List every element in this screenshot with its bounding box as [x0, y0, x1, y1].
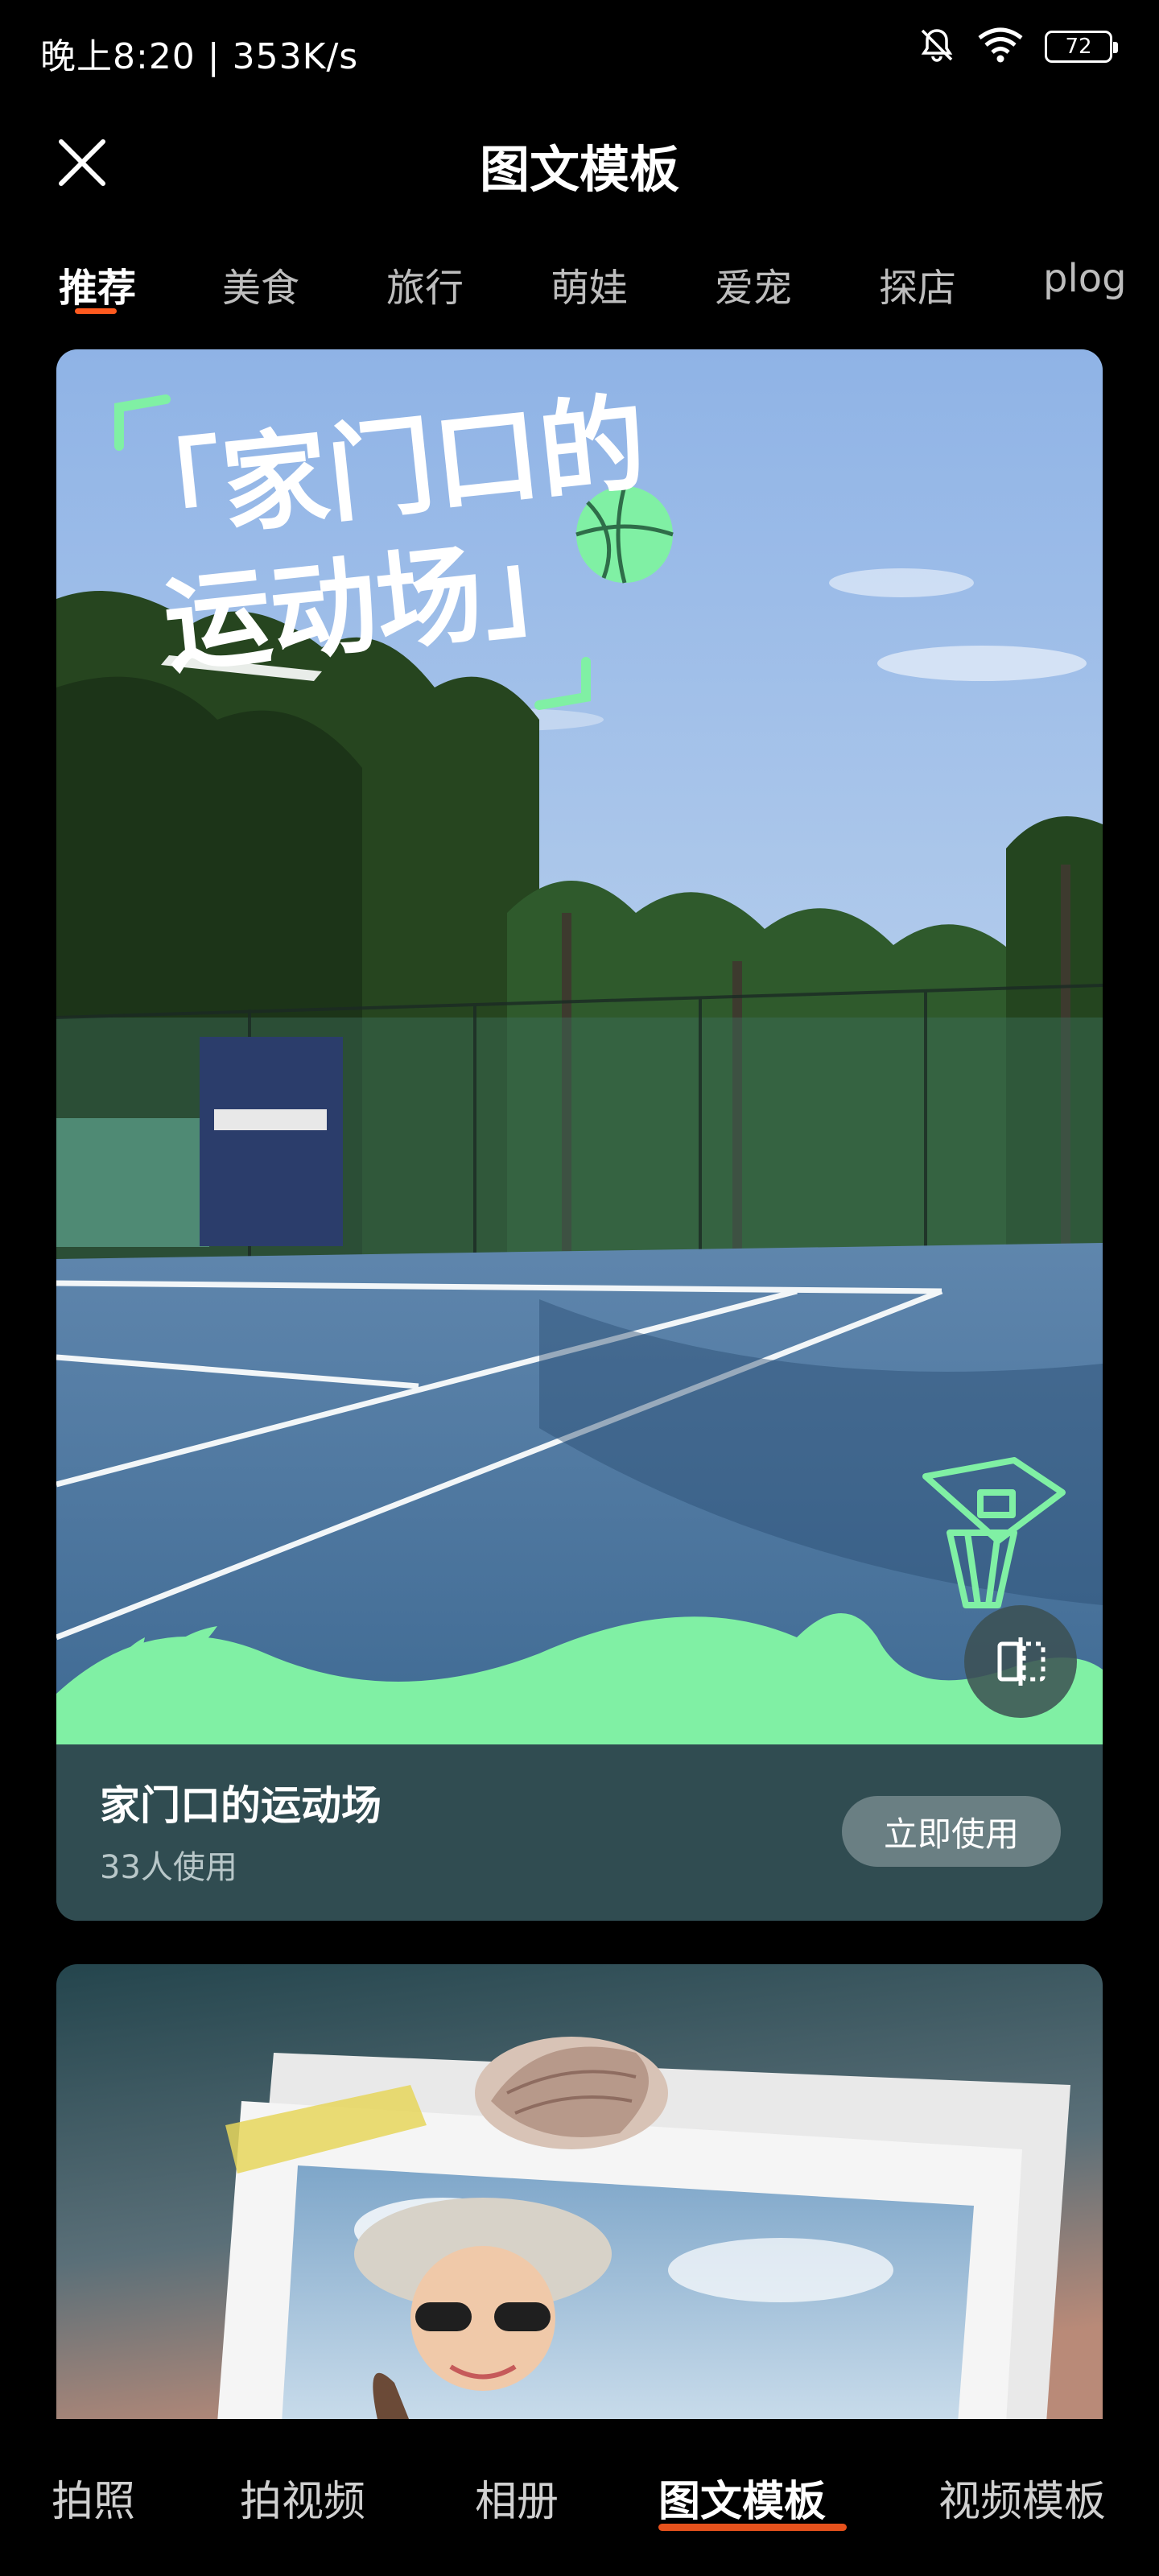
- template-page: 晚上8:20 | 353K/s 72 图文模板 推荐 美食 旅行 萌娃 爱宠 探…: [0, 0, 1159, 2576]
- battery-icon: 72: [1045, 31, 1118, 63]
- template-name: 家门口的运动场: [100, 1782, 382, 1829]
- tab-recommend[interactable]: 推荐: [59, 256, 136, 312]
- status-icons: 72: [918, 26, 1118, 68]
- flip-icon: [997, 1637, 1046, 1686]
- nav-album[interactable]: 相册: [475, 2467, 559, 2528]
- switch-template-button[interactable]: [964, 1605, 1077, 1718]
- tab-active-indicator: [75, 308, 117, 314]
- nav-video[interactable]: 拍视频: [240, 2467, 365, 2528]
- tab-travel[interactable]: 旅行: [386, 256, 464, 312]
- tab-explore-shop[interactable]: 探店: [879, 256, 956, 312]
- page-title: 图文模板: [479, 140, 679, 199]
- nav-image-template[interactable]: 图文模板: [658, 2467, 826, 2528]
- status-bar: 晚上8:20 | 353K/s 72: [0, 0, 1159, 97]
- template-preview-image-2: [56, 1964, 1103, 2423]
- nav-video-template[interactable]: 视频模板: [938, 2467, 1106, 2528]
- tab-food[interactable]: 美食: [222, 256, 299, 312]
- tab-kids[interactable]: 萌娃: [551, 256, 628, 312]
- template-card-2[interactable]: [56, 1964, 1103, 2423]
- template-usage-count: 33人使用: [100, 1849, 237, 1886]
- template-preview-image: 「家门口的 运动场」: [56, 349, 1103, 1744]
- nav-photo[interactable]: 拍照: [52, 2467, 135, 2528]
- mute-bell-icon: [918, 26, 956, 68]
- tab-pets[interactable]: 爱宠: [715, 256, 792, 312]
- header: 图文模板: [0, 113, 1159, 201]
- battery-level: 72: [1065, 35, 1092, 59]
- template-info-bar: 家门口的运动场 33人使用 立即使用: [56, 1744, 1103, 1921]
- tab-plog[interactable]: plog: [1043, 256, 1127, 301]
- wifi-icon: [977, 27, 1024, 67]
- use-now-button[interactable]: 立即使用: [842, 1796, 1061, 1867]
- nav-active-indicator: [658, 2524, 847, 2531]
- template-card[interactable]: 「家门口的 运动场」 家门口的运动场 33人使用 立即使用: [56, 349, 1103, 1921]
- status-time: 晚上8:20 | 353K/s: [40, 36, 359, 77]
- bottom-nav: 拍照 拍视频 相册 图文模板 视频模板: [0, 2419, 1159, 2576]
